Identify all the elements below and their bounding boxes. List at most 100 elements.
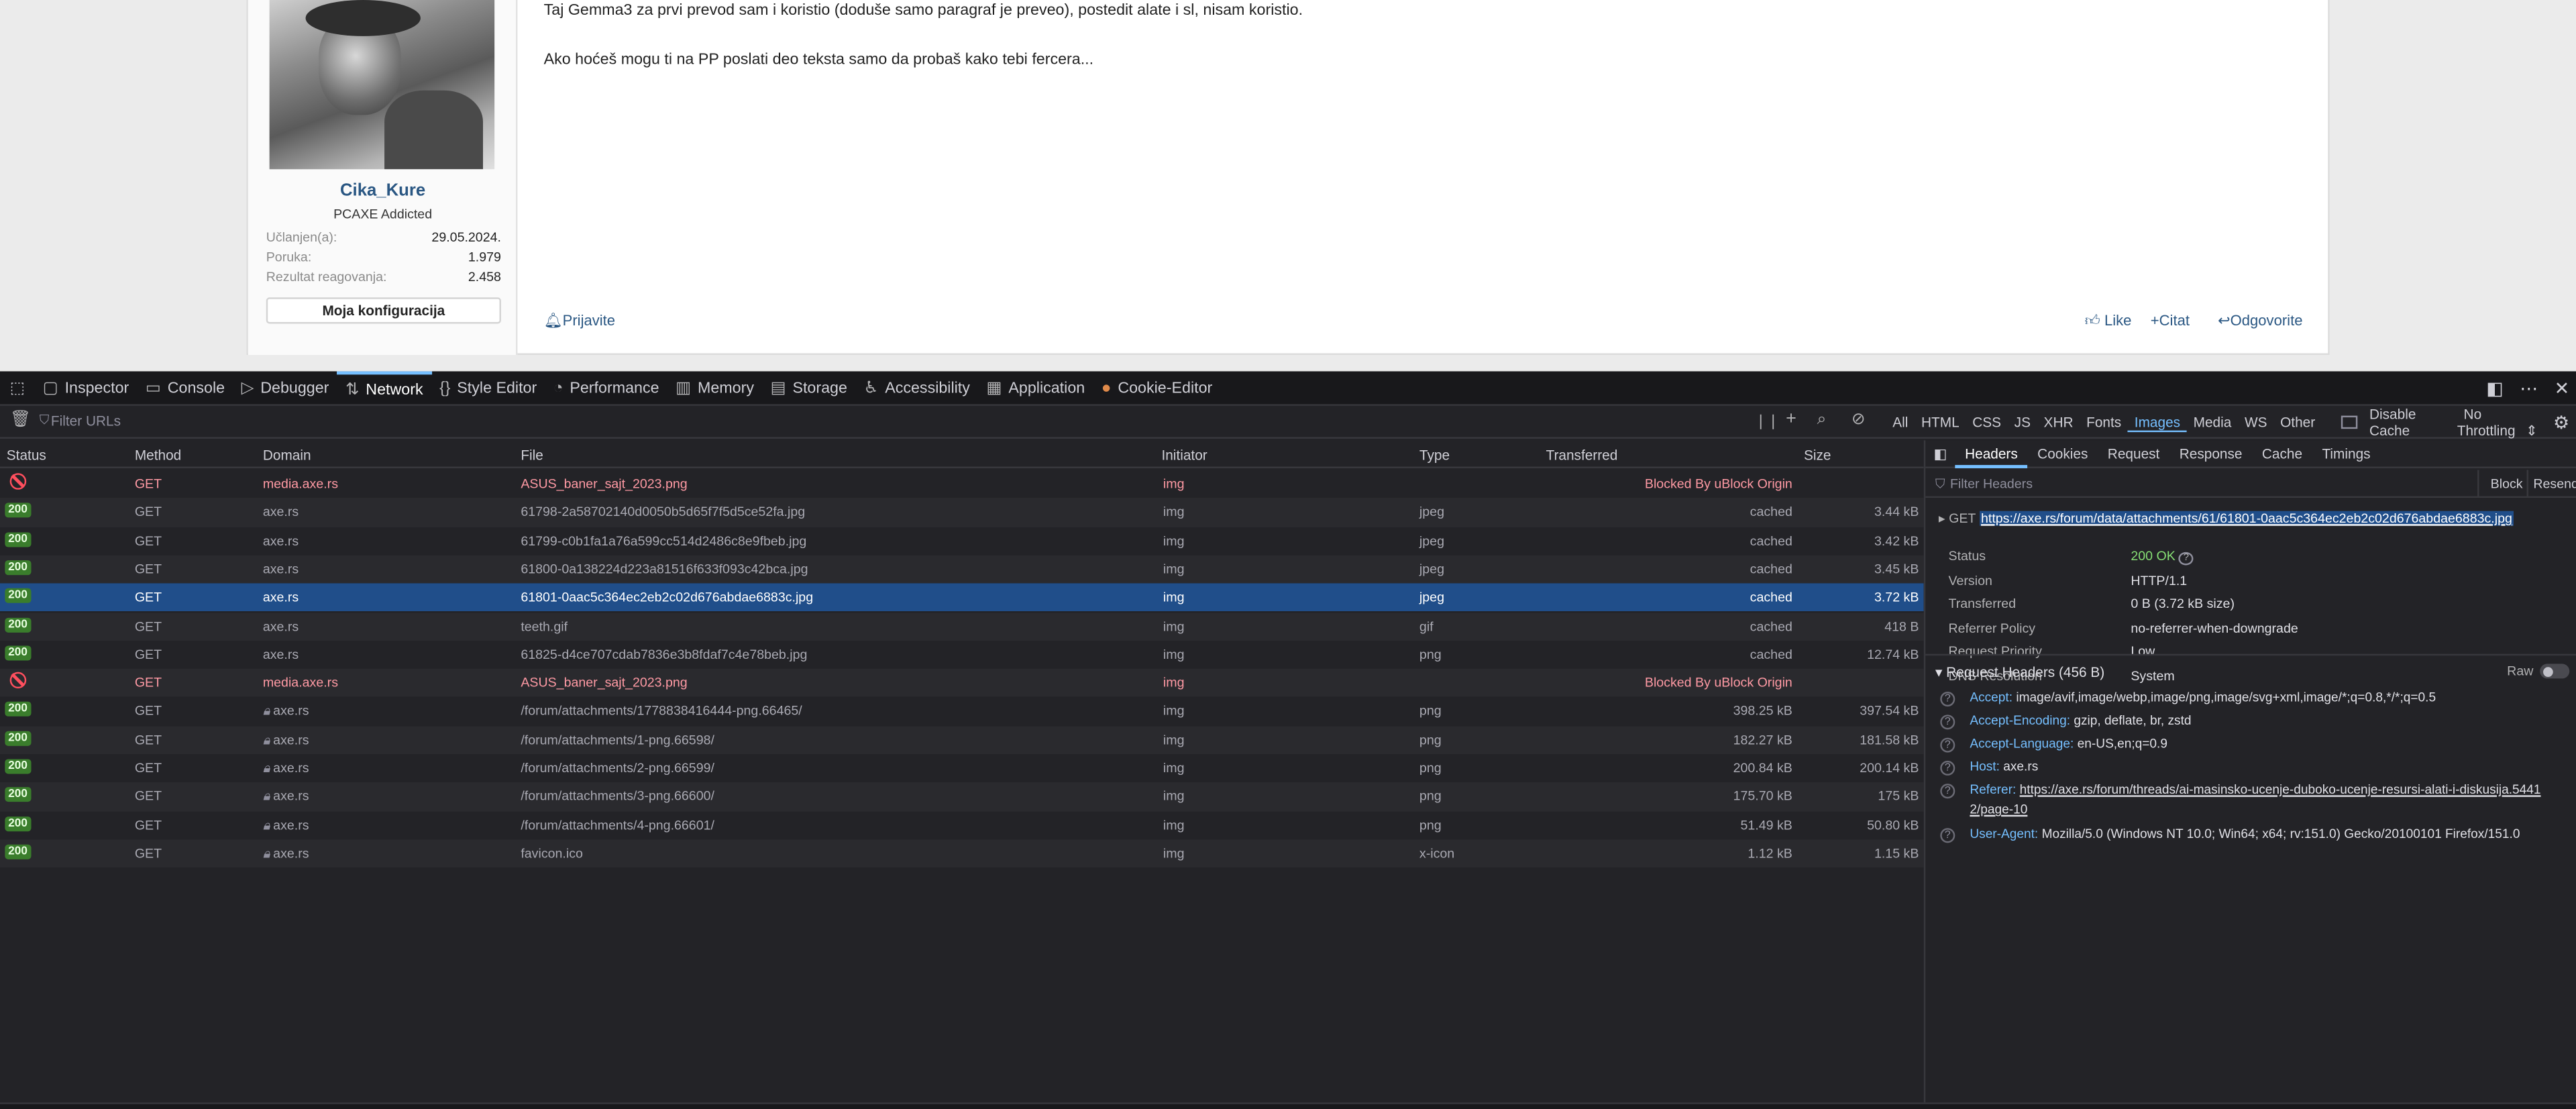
col-size[interactable]: Size <box>1804 447 1831 463</box>
tab-cookies[interactable]: Cookies <box>2027 439 2098 468</box>
filter-html[interactable]: HTML <box>1915 414 1966 430</box>
request-url[interactable]: https://axe.rs/forum/data/attachments/61… <box>1979 511 2514 526</box>
dock-icon[interactable]: ◧ <box>2486 378 2503 399</box>
request-header-row[interactable]: User-Agent: Mozilla/5.0 (Windows NT 10.0… <box>1970 827 2520 841</box>
col-method[interactable]: Method <box>135 447 181 463</box>
request-file: 61800-0a138224d223a81516f633f093c42bca.j… <box>521 562 808 577</box>
request-row[interactable]: 200 GET 🔒︎ axe.rs/forum/attachments/1-png.6… <box>0 725 1924 755</box>
filter-ws[interactable]: WS <box>2238 414 2273 430</box>
request-header-row[interactable]: Accept: image/avif,image/webp,image/png,… <box>1970 690 2436 705</box>
help-icon[interactable]: ? <box>1940 715 1955 730</box>
more-options-icon[interactable]: ⋯ <box>2520 378 2538 399</box>
request-header-row[interactable]: Accept-Language: en-US,en;q=0.9 <box>1970 736 2167 751</box>
plus-icon[interactable]: + <box>1786 409 1796 429</box>
tab-network[interactable]: ⇅ Network <box>337 370 431 405</box>
help-icon[interactable]: ? <box>1940 737 1955 753</box>
filter-other[interactable]: Other <box>2273 414 2322 430</box>
request-method: GET <box>134 619 162 634</box>
filter-fonts[interactable]: Fonts <box>2080 414 2128 430</box>
username[interactable]: Cika_Kure <box>248 180 518 200</box>
reply-button[interactable]: ↩︎Odgovorite <box>2218 312 2302 330</box>
tab-debugger[interactable]: ▷ Debugger <box>233 370 337 405</box>
throttling-select[interactable]: No Throttling ⇕ <box>2451 405 2546 439</box>
request-row[interactable]: 200 GET 🔒︎ axe.rs/forum/attachments/1778838… <box>0 697 1924 725</box>
expand-icon[interactable]: ▸ <box>1939 511 1945 526</box>
filter-urls-input[interactable]: Filter URLs <box>51 413 121 429</box>
toggle-panel-icon[interactable]: ◧ <box>1925 439 1955 468</box>
raw-toggle[interactable]: Raw <box>2507 664 2570 679</box>
request-initiator: img <box>1163 505 1185 520</box>
tab-memory[interactable]: ▥ Memory <box>667 370 762 405</box>
request-row[interactable]: 200 GET 🔒︎ axe.rs favicon.ico img x-icon 1.12 k… <box>0 839 1924 868</box>
filter-headers-input[interactable]: Filter Headers <box>1950 476 2033 491</box>
col-status[interactable]: Status <box>7 447 46 463</box>
tab-inspector[interactable]: ▢ Inspector <box>34 370 137 405</box>
request-row[interactable]: 200 GET axe.rs 61798-2a58702140d0050b5d65f7… <box>0 498 1924 527</box>
tab-application[interactable]: ▦ Application <box>978 370 1093 405</box>
like-button[interactable]: 👍︎ Like <box>2085 312 2132 330</box>
tab-request[interactable]: Request <box>2098 439 2169 468</box>
tab-console[interactable]: ▭ Console <box>138 370 233 405</box>
help-icon[interactable]: ? <box>1940 784 1955 799</box>
request-header-row[interactable]: Host: axe.rs <box>1970 759 2038 774</box>
tab-style-editor[interactable]: {} Style Editor <box>431 370 545 405</box>
request-header-row[interactable]: Referer: https://axe.rs/forum/threads/ai… <box>1970 782 2540 797</box>
request-headers-toggle[interactable]: ▾ Request Headers (456 B) <box>1935 664 2104 682</box>
col-initiator[interactable]: Initiator <box>1161 447 1207 463</box>
request-row[interactable]: 200 GET 🔒︎ axe.rs/forum/attachments/2-png.6… <box>0 754 1924 782</box>
request-row[interactable]: 200 GET axe.rs teeth.gif img gif cached 418 B <box>0 612 1924 641</box>
help-icon[interactable]: ? <box>1940 692 1955 707</box>
request-row[interactable]: 200 GET axe.rs 61801-0aac5c364ec2eb2c02d676… <box>0 583 1924 613</box>
tab-storage[interactable]: ▤ Storage <box>762 370 855 405</box>
request-header-row[interactable]: Accept-Encoding: gzip, deflate, br, zstd <box>1970 713 2191 728</box>
tab-accessibility[interactable]: ♿︎ Accessibility <box>855 370 978 405</box>
tab-performance[interactable]: ◔ Performance <box>545 370 667 405</box>
request-type: png <box>1419 704 1442 719</box>
request-type: jpeg <box>1419 562 1444 577</box>
settings-gear-icon[interactable]: ⚙ <box>2546 411 2576 433</box>
col-type[interactable]: Type <box>1419 447 1450 463</box>
search-icon[interactable]: ⌕ <box>1817 411 1827 429</box>
tab-response[interactable]: Response <box>2169 439 2252 468</box>
tab-headers[interactable]: Headers <box>1955 439 2028 468</box>
tab-timings[interactable]: Timings <box>2312 439 2381 468</box>
request-row[interactable]: 200 GET axe.rs 61800-0a138224d223a81516f633… <box>0 555 1924 584</box>
request-row[interactable]: 200 GET 🔒︎ axe.rs/forum/attachments/4-png.6… <box>0 811 1924 839</box>
help-icon[interactable]: ? <box>1940 760 1955 776</box>
resend-button[interactable]: Resend <box>2526 470 2576 498</box>
filter-xhr[interactable]: XHR <box>2037 414 2080 430</box>
filter-images[interactable]: Images <box>2127 413 2187 431</box>
lock-icon: 🔒︎ <box>262 704 270 719</box>
request-row[interactable]: GET media.axe.rs ASUS_baner_sajt_2023.png i… <box>0 668 1924 698</box>
request-row[interactable]: 200 GET axe.rs 61825-d4ce707cdab7836e3b8fda… <box>0 641 1924 669</box>
request-row[interactable]: 200 GET axe.rs 61799-c0b1fa1a76a599cc514d24… <box>0 527 1924 555</box>
report-link[interactable]: 🔔︎Prijavite <box>544 312 615 330</box>
close-icon[interactable]: ✕ <box>2555 378 2570 399</box>
request-table: Status Method Domain File Initiator Type… <box>0 440 1924 1109</box>
block-button[interactable]: Block <box>2477 470 2523 498</box>
avatar[interactable] <box>269 0 495 170</box>
request-row[interactable]: 200 GET 🔒︎ axe.rs/forum/attachments/3-png.6… <box>0 782 1924 811</box>
disable-cache-toggle[interactable]: Disable Cache <box>2335 406 2445 439</box>
trash-icon[interactable]: 🗑︎ <box>10 411 31 429</box>
help-icon[interactable]: ? <box>1940 828 1955 843</box>
pause-icon[interactable]: ❘❘ <box>1755 413 1780 431</box>
request-method: GET <box>134 789 162 804</box>
quote-button[interactable]: +Citat <box>2151 312 2190 328</box>
col-domain[interactable]: Domain <box>263 447 311 463</box>
pick-element-icon[interactable]: ⬚ <box>0 370 34 405</box>
filter-css[interactable]: CSS <box>1966 414 2007 430</box>
request-row[interactable]: GET media.axe.rs ASUS_baner_sajt_2023.png i… <box>0 470 1924 498</box>
filter-all[interactable]: All <box>1886 414 1915 430</box>
col-file[interactable]: File <box>521 447 543 463</box>
tab-cache[interactable]: Cache <box>2252 439 2312 468</box>
checkbox[interactable] <box>2341 415 2358 429</box>
help-icon[interactable]: ? <box>2178 551 2194 566</box>
tab-cookie-editor[interactable]: ● Cookie-Editor <box>1093 370 1220 405</box>
col-transferred[interactable]: Transferred <box>1546 447 1618 463</box>
filter-media[interactable]: Media <box>2187 414 2238 430</box>
config-button[interactable]: Moja konfiguracija <box>266 297 501 324</box>
filter-js[interactable]: JS <box>2008 414 2037 430</box>
request-method: GET <box>134 732 162 747</box>
block-icon[interactable]: ⊘ <box>1851 411 1866 429</box>
